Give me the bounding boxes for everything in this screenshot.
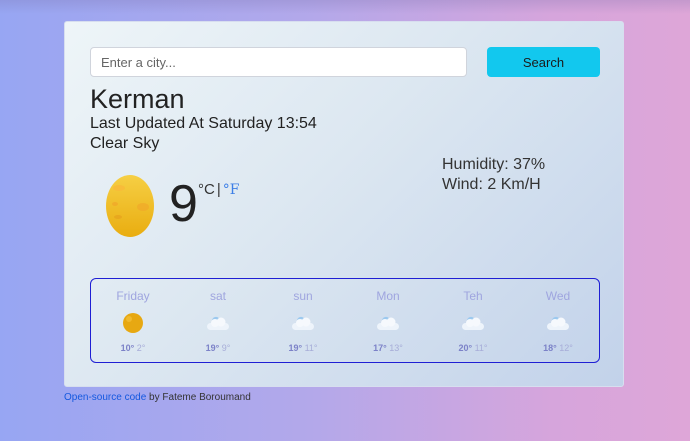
- forecast-min: 12°: [559, 343, 573, 353]
- forecast-day: Mon 17° 13°: [346, 279, 430, 364]
- cloud-icon: [547, 316, 569, 330]
- forecast-day-name: Wed: [545, 289, 571, 303]
- forecast-temps: 18° 12°: [516, 343, 600, 353]
- forecast-temps: 19° 11°: [261, 343, 345, 353]
- forecast-day: Friday 10° 2°: [91, 279, 175, 364]
- forecast-max: 10°: [120, 343, 135, 353]
- weather-card: Search Kerman Last Updated At Saturday 1…: [64, 21, 624, 387]
- cloud-icon: [207, 316, 229, 330]
- forecast-min: 11°: [474, 343, 488, 353]
- city-name: Kerman: [90, 84, 185, 114]
- page-top-shade: [0, 0, 690, 14]
- forecast-day-name: sat: [209, 289, 226, 303]
- forecast-max: 17°: [373, 343, 387, 353]
- wind-text: Wind: 2 Km/H: [442, 176, 541, 193]
- forecast-max: 20°: [458, 343, 473, 353]
- forecast-min: 11°: [304, 343, 318, 353]
- forecast-day-name: Mon: [376, 289, 400, 303]
- weather-description: Clear Sky: [90, 135, 160, 152]
- sun-icon: [123, 313, 143, 333]
- forecast-max: 19°: [288, 343, 303, 353]
- author-text: by Fateme Boroumand: [146, 392, 251, 403]
- unit-toggle: °C | °F: [198, 181, 239, 198]
- forecast-temps: 20° 11°: [431, 343, 515, 353]
- search-button[interactable]: Search: [487, 47, 600, 77]
- sun-icon: [106, 175, 154, 237]
- forecast-min: 2°: [136, 343, 146, 353]
- forecast-max: 18°: [543, 343, 557, 353]
- fahrenheit-link[interactable]: °F: [223, 182, 240, 198]
- city-search-input[interactable]: [90, 47, 467, 77]
- forecast-temps: 17° 13°: [346, 343, 430, 353]
- forecast-day: Wed 18° 12°: [516, 279, 600, 364]
- unit-separator: |: [216, 181, 221, 198]
- footer: Open-source code by Fateme Boroumand: [64, 392, 251, 403]
- source-code-link[interactable]: Open-source code: [64, 392, 146, 403]
- forecast-day-name: Friday: [116, 289, 150, 303]
- forecast-day: sat 19° 9°: [176, 279, 260, 364]
- forecast-strip: Friday 10° 2° sat 19° 9° sun 19° 11° Mon…: [90, 278, 600, 363]
- forecast-min: 13°: [389, 343, 403, 353]
- weather-details: Humidity: 37% Wind: 2 Km/H: [442, 155, 545, 195]
- humidity-text: Humidity: 37%: [442, 156, 546, 173]
- cloud-icon: [462, 316, 484, 330]
- forecast-temps: 10° 2°: [91, 343, 175, 353]
- forecast-max: 19°: [205, 343, 220, 353]
- last-updated-text: Last Updated At Saturday 13:54: [90, 115, 317, 132]
- forecast-day: sun 19° 11°: [261, 279, 345, 364]
- forecast-day: Teh 20° 11°: [431, 279, 515, 364]
- current-temperature: 9: [169, 175, 198, 233]
- forecast-temps: 19° 9°: [176, 343, 260, 353]
- forecast-day-name: sun: [293, 289, 313, 303]
- cloud-icon: [377, 316, 399, 330]
- celsius-link[interactable]: °C: [198, 181, 215, 198]
- forecast-min: 9°: [221, 343, 231, 353]
- forecast-day-name: Teh: [463, 289, 483, 303]
- cloud-icon: [292, 316, 314, 330]
